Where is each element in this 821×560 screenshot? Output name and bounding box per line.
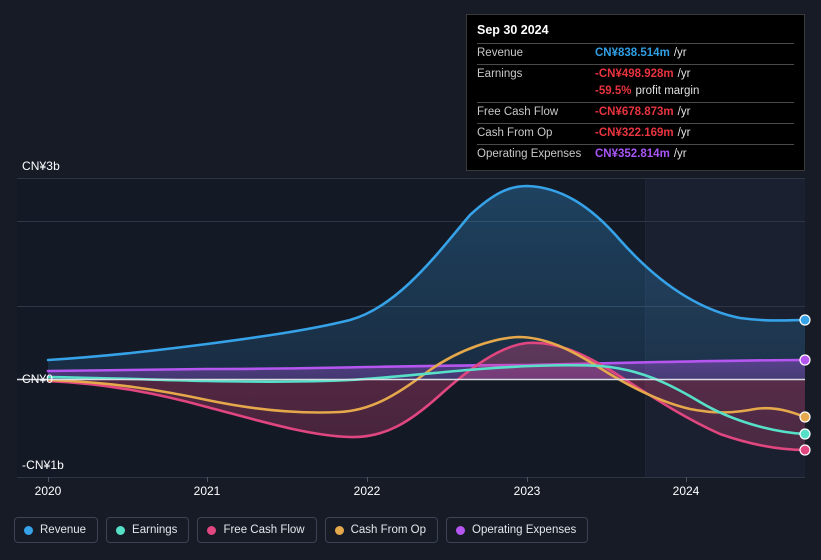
legend-label-operating-expenses: Operating Expenses	[472, 524, 577, 536]
tooltip-row-cash-from-op: Cash From Op -CN¥322.169m /yr	[477, 123, 794, 144]
legend-item-operating-expenses[interactable]: Operating Expenses	[446, 517, 589, 543]
chart-page: CN¥3b CN¥0 -CN¥1b 2020 2021 2022 2023 20…	[0, 0, 821, 560]
endpoint-earnings[interactable]	[799, 428, 811, 440]
tooltip-suffix-operating-expenses: /yr	[673, 148, 687, 160]
tooltip-row-earnings: Earnings -CN¥498.928m /yr	[477, 64, 794, 85]
legend-item-free-cash-flow[interactable]: Free Cash Flow	[197, 517, 317, 543]
legend-dot-cash-from-op-icon	[334, 525, 344, 535]
tooltip-label-revenue: Revenue	[477, 47, 524, 59]
tooltip-suffix-revenue: /yr	[673, 47, 687, 59]
tooltip-suffix-free-cash-flow: /yr	[677, 106, 691, 118]
legend-dot-free-cash-flow-icon	[207, 525, 217, 535]
tooltip-value-free-cash-flow: -CN¥678.873m	[595, 106, 674, 118]
tooltip-row-operating-expenses: Operating Expenses CN¥352.814m /yr	[477, 144, 794, 165]
x-axis-label-2024: 2024	[672, 484, 700, 498]
legend-label-revenue: Revenue	[40, 524, 87, 536]
tooltip-label-earnings: Earnings	[477, 68, 523, 80]
chart-legend: Revenue Earnings Free Cash Flow Cash Fro…	[14, 517, 589, 543]
legend-label-cash-from-op: Cash From Op	[350, 524, 427, 536]
legend-item-earnings[interactable]: Earnings	[106, 517, 190, 543]
legend-item-revenue[interactable]: Revenue	[14, 517, 99, 543]
tooltip-label-free-cash-flow: Free Cash Flow	[477, 106, 559, 118]
chart-tooltip: Sep 30 2024 Revenue CN¥838.514m /yr Earn…	[466, 14, 805, 171]
legend-item-cash-from-op[interactable]: Cash From Op	[324, 517, 439, 543]
x-axis-label-2023: 2023	[513, 484, 541, 498]
x-axis-label-2022: 2022	[353, 484, 381, 498]
tooltip-row-profit-margin: -59.5% profit margin	[477, 85, 794, 102]
tooltip-label-cash-from-op: Cash From Op	[477, 127, 553, 139]
tooltip-row-revenue: Revenue CN¥838.514m /yr	[477, 43, 794, 64]
tooltip-suffix-cash-from-op: /yr	[677, 127, 691, 139]
legend-dot-revenue-icon	[24, 525, 33, 535]
legend-dot-operating-expenses-icon	[456, 525, 466, 535]
tooltip-date-title: Sep 30 2024	[477, 23, 549, 37]
endpoint-revenue[interactable]	[799, 314, 811, 326]
x-axis-label-2021: 2021	[193, 484, 221, 498]
x-axis-label-2020: 2020	[34, 484, 62, 498]
tooltip-value-operating-expenses: CN¥352.814m	[595, 148, 670, 160]
tooltip-suffix-earnings: /yr	[677, 68, 691, 80]
endpoint-operating-expenses[interactable]	[799, 354, 811, 366]
endpoint-cash-from-op[interactable]	[799, 411, 811, 423]
tooltip-value-earnings: -CN¥498.928m	[595, 68, 674, 80]
tooltip-value-cash-from-op: -CN¥322.169m	[595, 127, 674, 139]
legend-dot-earnings-icon	[116, 525, 126, 535]
tooltip-row-free-cash-flow: Free Cash Flow -CN¥678.873m /yr	[477, 102, 794, 123]
tooltip-label-operating-expenses: Operating Expenses	[477, 148, 582, 160]
legend-label-free-cash-flow: Free Cash Flow	[223, 524, 305, 536]
tooltip-value-profit-margin: -59.5%	[595, 85, 632, 97]
tooltip-value-revenue: CN¥838.514m	[595, 47, 670, 59]
endpoint-free-cash-flow[interactable]	[799, 444, 811, 456]
legend-label-earnings: Earnings	[132, 524, 178, 536]
tooltip-suffix-profit-margin: profit margin	[635, 85, 700, 97]
